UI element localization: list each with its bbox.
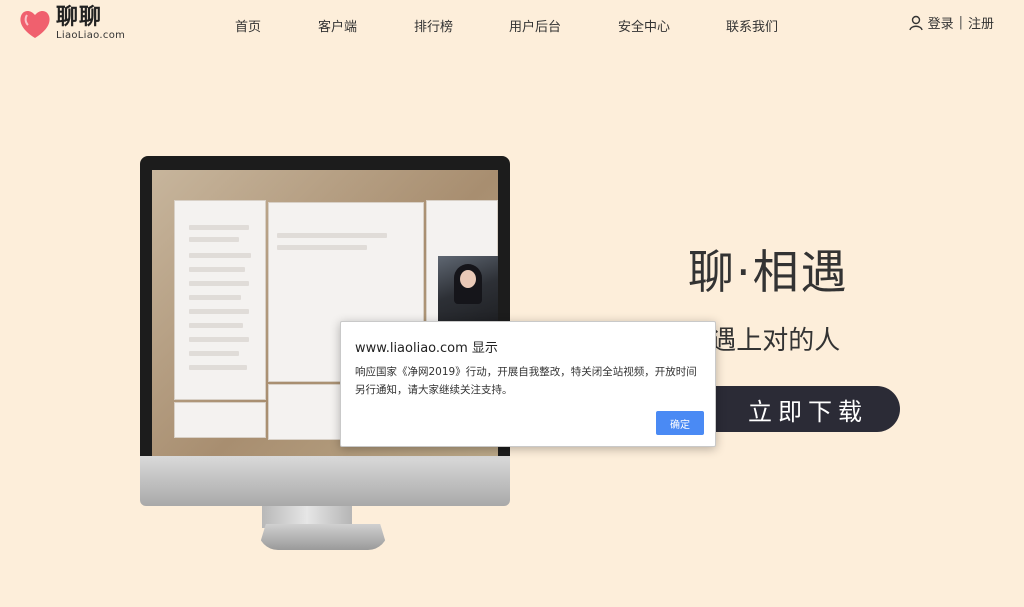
logo-domain: LiaoLiao.com	[56, 30, 126, 41]
nav-item-security[interactable]: 安全中心	[618, 16, 670, 35]
app-small-panel	[174, 402, 266, 438]
logo-name: 聊聊	[56, 5, 103, 30]
top-header: 聊聊 LiaoLiao.com 首页 客户端 排行榜 用户后台 安全中心 联系我…	[0, 0, 1024, 48]
monitor-base	[258, 524, 388, 550]
register-link[interactable]: 注册	[968, 13, 994, 32]
login-link[interactable]: 登录	[928, 13, 954, 32]
ok-button[interactable]: 确定	[656, 411, 704, 435]
account-links: 登录 | 注册	[908, 13, 994, 32]
user-icon	[908, 15, 923, 30]
dialog-message: 响应国家《净网2019》行动，开展自我整改，特关闭全站视频，开放时间另行通知，请…	[355, 366, 697, 396]
hero-title: 聊·相遇	[688, 245, 849, 299]
site-logo[interactable]: 聊聊 LiaoLiao.com	[18, 6, 125, 42]
app-contact-panel	[174, 200, 266, 400]
monitor-chin	[140, 456, 510, 506]
nav-item-contact[interactable]: 联系我们	[726, 16, 778, 35]
nav-item-client[interactable]: 客户端	[318, 16, 357, 35]
dialog-title: www.liaoliao.com 显示	[355, 341, 498, 356]
nav-item-ranking[interactable]: 排行榜	[414, 16, 453, 35]
alert-dialog: www.liaoliao.com 显示 响应国家《净网2019》行动，开展自我整…	[340, 321, 716, 447]
account-separator: |	[958, 15, 963, 30]
nav-item-user-center[interactable]: 用户后台	[509, 16, 561, 35]
heart-logo-icon	[18, 6, 52, 42]
nav-item-home[interactable]: 首页	[235, 16, 261, 35]
